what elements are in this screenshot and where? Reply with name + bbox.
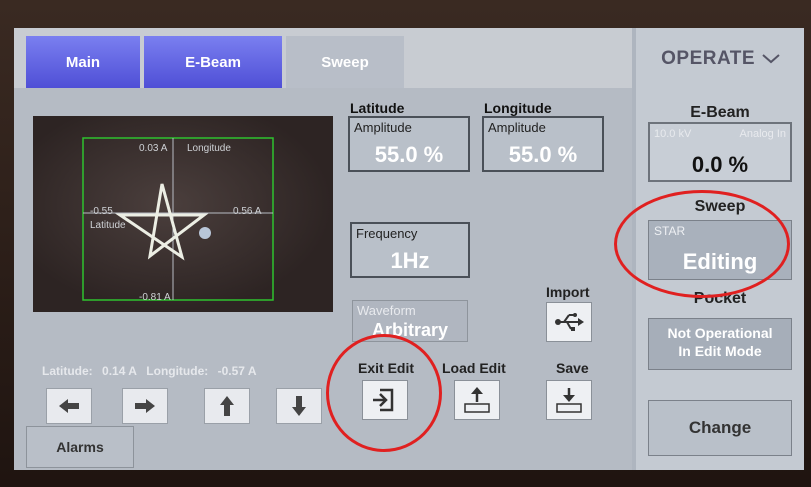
arrow-down-icon [292,396,306,416]
move-right-button[interactable] [122,388,168,424]
load-edit-button[interactable] [454,380,500,420]
plot-longitude-label: Longitude [187,143,231,154]
import-button[interactable] [546,302,592,342]
longitude-amplitude-box[interactable]: Amplitude 55.0 % [482,116,604,172]
pocket-status-box: Not Operational In Edit Mode [648,318,792,370]
move-up-button[interactable] [204,388,250,424]
ebeam-value: 0.0 % [691,152,749,177]
ebeam-kv: 10.0 kV [654,128,692,140]
load-edit-label: Load Edit [442,360,506,376]
pocket-status-line1: Not Operational [667,325,773,341]
usb-icon [555,313,584,331]
tab-sweep[interactable]: Sweep [286,36,404,88]
save-label: Save [556,360,589,376]
waveform-label: Waveform [357,303,416,318]
latitude-amplitude-label: Amplitude [354,120,412,135]
longitude-amplitude-label: Amplitude [488,120,546,135]
latitude-readout-value: 0.14 A [102,364,137,378]
beam-position-marker [199,227,211,239]
sweep-panel: 0.03 A Longitude -0.55 Latitude 0.56 A -… [14,88,632,470]
operate-label: OPERATE [661,48,756,69]
plot-left-label: -0.55 [90,206,113,217]
sweep-highlight-circle [614,190,790,298]
download-icon [556,388,582,413]
longitude-readout-value: -0.57 A [217,364,257,378]
tab-bar: Main E-Beam Sweep [14,28,632,88]
latitude-readout-label: Latitude: [42,364,93,378]
latitude-header: Latitude [350,100,405,116]
ebeam-readout: 10.0 kV Analog In 0.0 % [648,122,792,182]
plot-right-label: 0.56 A [233,206,262,217]
ebeam-analog: Analog In [739,128,786,140]
plot-boundary [82,137,274,301]
sweep-plot-canvas [82,137,274,301]
arrow-up-icon [220,396,234,416]
latitude-amplitude-value: 55.0 % [374,142,444,167]
frequency-label: Frequency [356,226,418,241]
arrow-right-icon [135,399,155,413]
change-button[interactable]: Change [648,400,792,456]
frequency-box[interactable]: Frequency 1Hz [350,222,470,278]
tab-ebeam[interactable]: E-Beam [144,36,282,88]
arrow-left-icon [59,399,79,413]
move-left-button[interactable] [46,388,92,424]
plot-top-label: 0.03 A [139,143,168,154]
ebeam-header: E-Beam [690,104,750,121]
longitude-readout-label: Longitude: [146,364,209,378]
alarms-button[interactable]: Alarms [26,426,134,468]
frequency-value: 1Hz [390,248,430,273]
star-sweep-path [115,183,209,261]
exit-edit-highlight-circle [326,334,442,452]
chevron-down-icon [762,54,780,64]
pocket-status-line2: In Edit Mode [678,343,762,359]
import-label: Import [546,284,590,300]
sweep-plot: 0.03 A Longitude -0.55 Latitude 0.56 A -… [33,116,333,312]
upload-icon [464,387,490,413]
touch-screen: Main E-Beam Sweep 0.03 A Longitude -0.55… [14,28,804,470]
save-button[interactable] [546,380,592,420]
longitude-amplitude-value: 55.0 % [508,142,578,167]
operate-menu[interactable]: OPERATE [646,48,796,70]
plot-latitude-label: Latitude [90,220,126,231]
tab-main[interactable]: Main [26,36,140,88]
plot-bottom-label: -0.81 A [139,292,171,303]
position-readout: Latitude: 0.14 A Longitude: -0.57 A [42,364,263,378]
move-down-button[interactable] [276,388,322,424]
longitude-header: Longitude [484,100,552,116]
latitude-amplitude-box[interactable]: Amplitude 55.0 % [348,116,470,172]
